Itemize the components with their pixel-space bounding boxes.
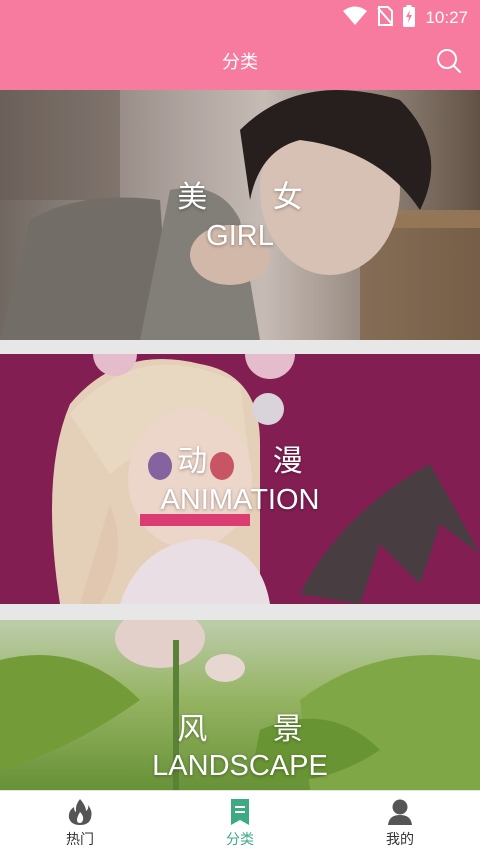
status-icons: 10:27 [343, 5, 468, 31]
nav-item-category[interactable]: 分类 [160, 791, 320, 854]
nav-label: 分类 [226, 832, 254, 848]
nav-label: 热门 [66, 832, 94, 848]
search-button[interactable] [434, 46, 464, 76]
category-title-cn: 动 漫 [177, 444, 331, 479]
category-title-en: GIRL [206, 220, 274, 252]
category-card-landscape[interactable]: 风 景 LANDSCAPE [0, 620, 480, 790]
page-title: 分类 [222, 52, 258, 73]
battery-charging-icon [403, 5, 416, 31]
no-sim-icon [377, 6, 394, 30]
card-divider [0, 340, 480, 354]
category-card-girl[interactable]: 美 女 GIRL [0, 90, 480, 340]
category-title-cn: 美 女 [177, 180, 331, 215]
search-icon [437, 49, 461, 73]
nav-item-hot[interactable]: 热门 [0, 791, 160, 854]
bookmark-list-icon [231, 799, 249, 825]
nav-label: 我的 [386, 832, 414, 848]
status-time: 10:27 [425, 8, 468, 27]
card-divider [0, 604, 480, 620]
nav-item-mine[interactable]: 我的 [320, 791, 480, 854]
bottom-nav: 热门 分类 我的 [0, 790, 480, 854]
category-title-cn: 风 景 [177, 712, 331, 747]
category-title-en: LANDSCAPE [152, 750, 328, 782]
app-bar: 分类 [0, 34, 480, 90]
person-icon [388, 799, 412, 825]
status-bar: 10:27 [0, 0, 480, 34]
wifi-icon [343, 6, 368, 30]
category-card-animation[interactable]: 动 漫 ANIMATION [0, 354, 480, 604]
fire-icon [68, 799, 92, 825]
category-title-en: ANIMATION [160, 484, 320, 516]
